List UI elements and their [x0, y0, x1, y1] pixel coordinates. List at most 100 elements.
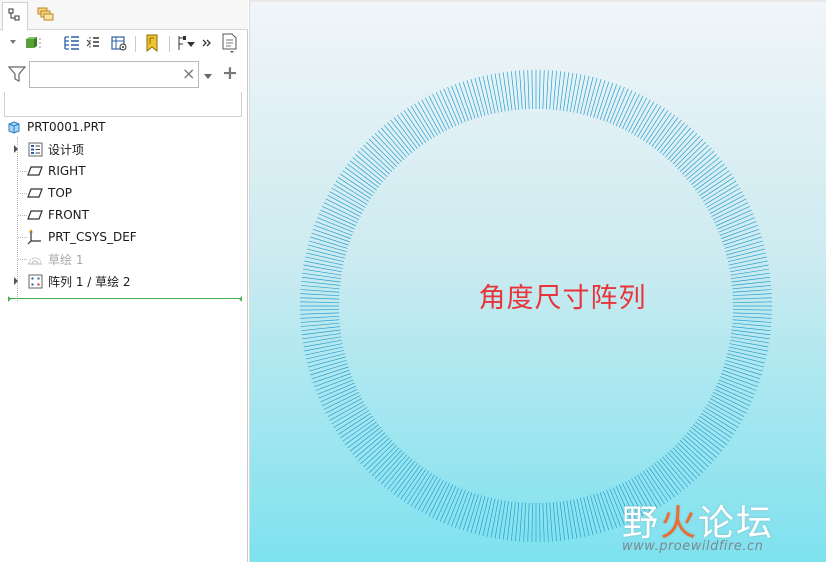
- tree-root[interactable]: PRT0001.PRT: [6, 117, 105, 137]
- tree-item-sketch-1[interactable]: 草绘 1: [27, 249, 83, 269]
- details-button[interactable]: [220, 33, 240, 54]
- expand-tree-icon: [86, 35, 102, 54]
- coordinate-system-icon: [27, 229, 43, 245]
- pattern-line: [424, 97, 444, 133]
- pattern-line: [303, 264, 343, 273]
- pattern-line: [317, 217, 354, 233]
- pattern-line: [721, 373, 758, 388]
- pattern-line: [552, 70, 557, 110]
- pattern-line: [732, 319, 772, 323]
- tab-layer-tree[interactable]: [32, 2, 58, 28]
- tree-item-label: FRONT: [48, 208, 89, 222]
- clear-search-icon[interactable]: ×: [182, 64, 195, 83]
- pattern-line: [728, 346, 767, 356]
- pattern-line: [393, 117, 418, 149]
- pattern-line: [333, 184, 368, 205]
- pattern-line: [387, 122, 413, 154]
- pattern-line: [347, 424, 379, 449]
- pattern-line: [435, 484, 454, 521]
- pattern-line: [719, 221, 757, 236]
- pattern-line: [363, 440, 393, 468]
- tree-item-label: 阵列 1 / 草绘 2: [48, 274, 131, 289]
- pattern-line: [556, 71, 562, 111]
- pattern-line: [675, 138, 704, 167]
- pattern-line: [728, 256, 767, 266]
- pattern-line: [305, 252, 345, 263]
- pattern-line: [686, 432, 718, 458]
- tree-item-top[interactable]: TOP: [27, 183, 72, 203]
- tree-root-label: PRT0001.PRT: [27, 120, 106, 134]
- pattern-line: [410, 105, 432, 140]
- pattern-line: [363, 144, 393, 172]
- tree-filter-button[interactable]: [108, 34, 130, 54]
- tree-item-label: RIGHT: [48, 164, 86, 178]
- pattern-line: [523, 70, 527, 110]
- search-dropdown-icon[interactable]: [203, 70, 213, 84]
- expand-tree-button[interactable]: [84, 34, 104, 54]
- more-button[interactable]: [200, 34, 214, 54]
- pattern-line: [486, 75, 496, 114]
- pattern-line: [300, 315, 340, 319]
- pattern-line: [651, 465, 676, 498]
- add-filter-icon[interactable]: +: [222, 62, 238, 84]
- pattern-line: [662, 456, 688, 488]
- settings-filter-button[interactable]: [175, 34, 197, 54]
- expand-arrow-icon[interactable]: [12, 277, 20, 285]
- pattern-line: [414, 474, 435, 509]
- pattern-line: [380, 127, 408, 158]
- expand-arrow-icon[interactable]: [12, 145, 20, 153]
- pattern-line: [447, 87, 463, 124]
- pattern-line: [304, 343, 343, 352]
- tree-item-front[interactable]: FRONT: [27, 205, 89, 225]
- pattern-line: [342, 418, 375, 442]
- pattern-line: [387, 458, 413, 490]
- bookmark-button[interactable]: [141, 34, 163, 54]
- settings-dropdown-button[interactable]: [8, 34, 42, 54]
- pattern-line: [349, 160, 381, 185]
- watermark: 野火论坛 www.proewildfire.cn: [622, 494, 804, 554]
- pattern-line: [377, 130, 405, 160]
- datum-plane-icon: [27, 207, 43, 223]
- insert-here-marker[interactable]: [8, 296, 242, 302]
- pattern-line: [340, 415, 373, 439]
- pattern-line: [606, 85, 621, 123]
- graphics-area[interactable]: 角度尺寸阵列 野火论坛 www.proewildfire.cn: [249, 0, 826, 562]
- tree-columns-button[interactable]: [62, 34, 82, 54]
- pattern-line: [704, 184, 739, 205]
- pattern-line: [380, 454, 408, 485]
- pattern-line: [327, 398, 363, 418]
- pattern-line: [454, 84, 469, 121]
- pattern-line: [579, 497, 590, 537]
- pattern-line: [478, 497, 489, 536]
- tree-item-right[interactable]: RIGHT: [27, 161, 86, 181]
- pattern-line: [305, 346, 344, 356]
- tree-connector: [18, 259, 27, 260]
- pattern-line: [365, 141, 395, 170]
- pattern-line: [729, 339, 769, 348]
- pattern-line: [393, 463, 418, 495]
- pattern-line: [335, 180, 370, 202]
- pattern-line: [519, 502, 523, 542]
- pattern-line: [721, 224, 758, 239]
- pattern-line: [527, 502, 530, 542]
- pattern-line: [727, 353, 766, 364]
- pattern-line: [556, 501, 562, 541]
- filter-icon[interactable]: [7, 66, 27, 85]
- tree-item-csys[interactable]: PRT_CSYS_DEF: [27, 227, 137, 247]
- pattern-line: [697, 418, 730, 442]
- tree-item-design-items[interactable]: 设计项: [27, 139, 84, 159]
- pattern-line: [637, 103, 658, 138]
- tab-model-tree[interactable]: [2, 2, 28, 31]
- pattern-line: [664, 127, 692, 158]
- pattern-line: [300, 322, 340, 327]
- tree-item-pattern-1[interactable]: 阵列 1 / 草绘 2: [27, 271, 131, 291]
- pattern-line: [486, 498, 496, 537]
- datum-plane-icon: [27, 163, 43, 179]
- pattern-line: [615, 90, 633, 127]
- pattern-line: [670, 133, 698, 163]
- pattern-line: [569, 73, 578, 113]
- pattern-line: [377, 452, 405, 482]
- pattern-line: [371, 135, 400, 165]
- search-input[interactable]: [29, 61, 199, 88]
- pattern-line: [701, 177, 735, 200]
